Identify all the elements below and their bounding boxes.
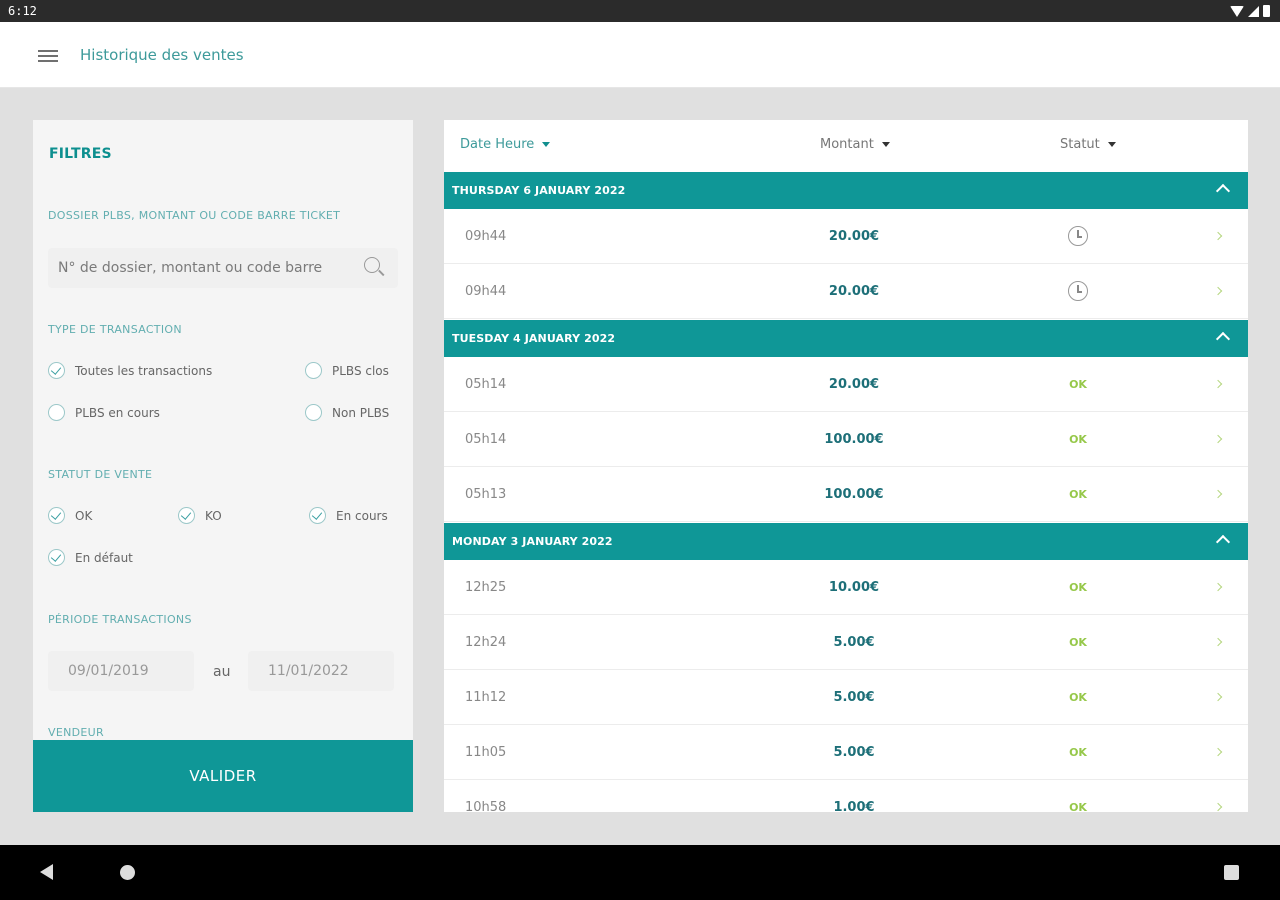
checkbox-status-in-progress[interactable]: En cours xyxy=(309,507,388,524)
caret-down-icon xyxy=(542,142,551,147)
transaction-row[interactable]: 05h14 100.00€ OK xyxy=(444,412,1248,467)
chevron-right-icon xyxy=(1213,379,1223,389)
status-ok: OK xyxy=(1069,581,1087,594)
app-bar: Historique des ventes xyxy=(0,22,1280,88)
sort-status-header[interactable]: Statut xyxy=(1060,137,1116,152)
circle-icon xyxy=(305,362,322,379)
check-icon xyxy=(48,362,65,379)
period-label: PÉRIODE TRANSACTIONS xyxy=(48,613,192,626)
back-icon[interactable] xyxy=(40,864,53,880)
chevron-right-icon xyxy=(1213,231,1223,241)
check-icon xyxy=(48,507,65,524)
status-ok: OK xyxy=(1069,378,1087,391)
menu-icon[interactable] xyxy=(38,50,58,62)
status-ok: OK xyxy=(1069,691,1087,704)
checkbox-plbs-in-progress[interactable]: PLBS en cours xyxy=(48,404,160,421)
transaction-row[interactable]: 11h12 5.00€ OK xyxy=(444,670,1248,725)
checkbox-status-default[interactable]: En défaut xyxy=(48,549,133,566)
date-to-field[interactable]: 11/01/2022 xyxy=(248,651,394,691)
sale-status-label: STATUT DE VENTE xyxy=(48,468,153,481)
status-bar: 6:12 xyxy=(0,0,1280,22)
chevron-right-icon xyxy=(1213,637,1223,647)
sort-amount-header[interactable]: Montant xyxy=(820,137,890,152)
chevron-right-icon xyxy=(1213,747,1223,757)
status-time: 6:12 xyxy=(8,4,37,18)
chevron-up-icon xyxy=(1215,331,1231,347)
day-header[interactable]: THURSDAY 6 JANUARY 2022 xyxy=(444,172,1248,209)
search-icon[interactable] xyxy=(364,257,385,277)
battery-icon xyxy=(1263,5,1270,17)
check-icon xyxy=(309,507,326,524)
status-ok: OK xyxy=(1069,636,1087,649)
clock-icon xyxy=(1068,281,1088,301)
seller-label: VENDEUR xyxy=(48,726,104,739)
transaction-row[interactable]: 05h13 100.00€ OK xyxy=(444,467,1248,522)
transaction-row[interactable]: 09h44 20.00€ xyxy=(444,264,1248,319)
checkbox-non-plbs[interactable]: Non PLBS xyxy=(305,404,389,421)
page-title: Historique des ventes xyxy=(80,46,244,64)
wifi-icon xyxy=(1230,5,1244,17)
caret-down-icon xyxy=(881,142,890,147)
sales-list: Date Heure Montant Statut THURSDAY 6 JAN… xyxy=(444,120,1248,812)
chevron-right-icon xyxy=(1213,286,1223,296)
chevron-right-icon xyxy=(1213,692,1223,702)
status-ok: OK xyxy=(1069,801,1087,812)
circle-icon xyxy=(305,404,322,421)
chevron-right-icon xyxy=(1213,582,1223,592)
search-box xyxy=(48,248,398,288)
chevron-right-icon xyxy=(1213,802,1223,812)
checkbox-status-ko[interactable]: KO xyxy=(178,507,222,524)
day-header[interactable]: MONDAY 3 JANUARY 2022 xyxy=(444,523,1248,560)
search-input[interactable] xyxy=(58,256,353,280)
sort-date-header[interactable]: Date Heure xyxy=(460,137,551,152)
navigation-bar xyxy=(0,845,1280,900)
transaction-row[interactable]: 09h44 20.00€ xyxy=(444,209,1248,264)
signal-icon xyxy=(1248,5,1259,17)
checkbox-all-transactions[interactable]: Toutes les transactions xyxy=(48,362,212,379)
search-section-label: DOSSIER PLBS, MONTANT OU CODE BARRE TICK… xyxy=(48,209,341,222)
validate-button[interactable]: VALIDER xyxy=(33,740,413,812)
filters-panel: FILTRES DOSSIER PLBS, MONTANT OU CODE BA… xyxy=(33,120,413,812)
clock-icon xyxy=(1068,226,1088,246)
day-header[interactable]: TUESDAY 4 JANUARY 2022 xyxy=(444,320,1248,357)
status-ok: OK xyxy=(1069,746,1087,759)
period-separator: au xyxy=(213,664,231,680)
transaction-type-label: TYPE DE TRANSACTION xyxy=(48,323,182,336)
check-icon xyxy=(178,507,195,524)
filters-title: FILTRES xyxy=(49,146,112,162)
system-icons xyxy=(1230,5,1270,17)
date-from-field[interactable]: 09/01/2019 xyxy=(48,651,194,691)
chevron-right-icon xyxy=(1213,489,1223,499)
list-header: Date Heure Montant Statut xyxy=(444,120,1248,170)
circle-icon xyxy=(48,404,65,421)
recent-apps-icon[interactable] xyxy=(1224,865,1239,880)
transaction-row[interactable]: 12h24 5.00€ OK xyxy=(444,615,1248,670)
transaction-row[interactable]: 05h14 20.00€ OK xyxy=(444,357,1248,412)
checkbox-status-ok[interactable]: OK xyxy=(48,507,92,524)
home-icon[interactable] xyxy=(120,865,135,880)
transaction-row[interactable]: 11h05 5.00€ OK xyxy=(444,725,1248,780)
chevron-up-icon xyxy=(1215,534,1231,550)
checkbox-plbs-closed[interactable]: PLBS clos xyxy=(305,362,389,379)
transaction-row[interactable]: 12h25 10.00€ OK xyxy=(444,560,1248,615)
chevron-up-icon xyxy=(1215,183,1231,199)
chevron-right-icon xyxy=(1213,434,1223,444)
status-ok: OK xyxy=(1069,488,1087,501)
caret-down-icon xyxy=(1107,142,1116,147)
transaction-row[interactable]: 10h58 1.00€ OK xyxy=(444,780,1248,812)
status-ok: OK xyxy=(1069,433,1087,446)
check-icon xyxy=(48,549,65,566)
